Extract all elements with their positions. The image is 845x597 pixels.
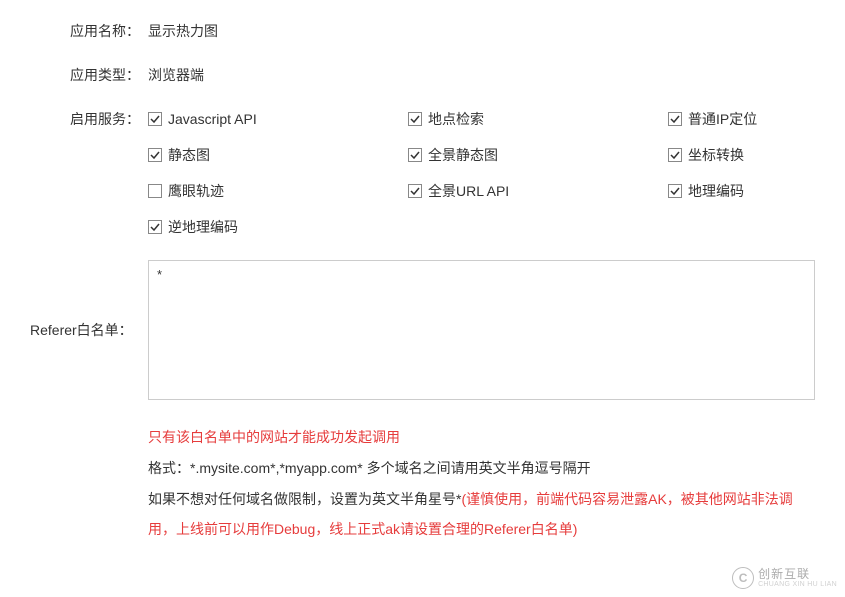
checkbox-checked-icon [408, 148, 422, 162]
services-label: 启用服务： [30, 108, 140, 130]
service-checkbox-item[interactable]: 鹰眼轨迹 [148, 180, 408, 202]
app-name-label: 应用名称： [30, 20, 140, 42]
service-checkbox-item[interactable]: 地点检索 [408, 108, 668, 130]
service-label: 逆地理编码 [168, 216, 238, 238]
app-type-label: 应用类型： [30, 64, 140, 86]
app-name-value: 显示热力图 [140, 20, 815, 42]
service-label: 坐标转换 [688, 144, 744, 166]
service-checkbox-item[interactable]: 静态图 [148, 144, 408, 166]
referer-textarea[interactable] [148, 260, 815, 400]
app-type-value: 浏览器端 [140, 64, 815, 86]
service-label: 鹰眼轨迹 [168, 180, 224, 202]
service-checkbox-item[interactable]: 坐标转换 [668, 144, 815, 166]
service-label: 全景URL API [428, 180, 509, 202]
hint-block: 只有该白名单中的网站才能成功发起调用 格式：*.mysite.com*,*mya… [148, 422, 815, 545]
service-label: 全景静态图 [428, 144, 498, 166]
checkbox-checked-icon [148, 112, 162, 126]
checkbox-checked-icon [668, 148, 682, 162]
checkbox-checked-icon [408, 112, 422, 126]
service-label: Javascript API [168, 108, 257, 130]
services-grid: Javascript API 地点检索 普通IP定位静态图 全景静态图 坐标转换鹰眼轨迹… [148, 108, 815, 238]
hint-wildcard-line: 如果不想对任何域名做限制，设置为英文半角星号*(谨慎使用，前端代码容易泄露AK，… [148, 484, 815, 546]
service-label: 地理编码 [688, 180, 744, 202]
app-name-row: 应用名称： 显示热力图 [30, 20, 815, 42]
service-label: 静态图 [168, 144, 210, 166]
service-checkbox-item[interactable]: 逆地理编码 [148, 216, 408, 238]
hint-format: 格式：*.mysite.com*,*myapp.com* 多个域名之间请用英文半… [148, 453, 815, 484]
watermark-logo-icon: C [732, 567, 754, 589]
watermark-en: CHUANG XIN HU LIAN [758, 581, 837, 589]
watermark-cn: 创新互联 [758, 568, 837, 581]
hint-wildcard-prefix: 如果不想对任何域名做限制，设置为英文半角星号* [148, 491, 461, 507]
watermark: C 创新互联 CHUANG XIN HU LIAN [732, 567, 837, 589]
referer-row: Referer白名单： [30, 260, 815, 400]
service-checkbox-item[interactable]: 地理编码 [668, 180, 815, 202]
app-type-row: 应用类型： 浏览器端 [30, 64, 815, 86]
checkbox-checked-icon [668, 184, 682, 198]
checkbox-unchecked-icon [148, 184, 162, 198]
checkbox-checked-icon [668, 112, 682, 126]
referer-label: Referer白名单： [30, 260, 140, 400]
service-checkbox-item[interactable]: 全景静态图 [408, 144, 668, 166]
service-checkbox-item[interactable]: 普通IP定位 [668, 108, 815, 130]
checkbox-checked-icon [408, 184, 422, 198]
checkbox-checked-icon [148, 148, 162, 162]
service-label: 地点检索 [428, 108, 484, 130]
services-row: 启用服务： Javascript API 地点检索 普通IP定位静态图 全景静态图 坐标… [30, 108, 815, 238]
hint-warning: 只有该白名单中的网站才能成功发起调用 [148, 422, 815, 453]
service-label: 普通IP定位 [688, 108, 757, 130]
service-checkbox-item[interactable]: Javascript API [148, 108, 408, 130]
service-checkbox-item[interactable]: 全景URL API [408, 180, 668, 202]
watermark-text: 创新互联 CHUANG XIN HU LIAN [758, 568, 837, 589]
checkbox-checked-icon [148, 220, 162, 234]
